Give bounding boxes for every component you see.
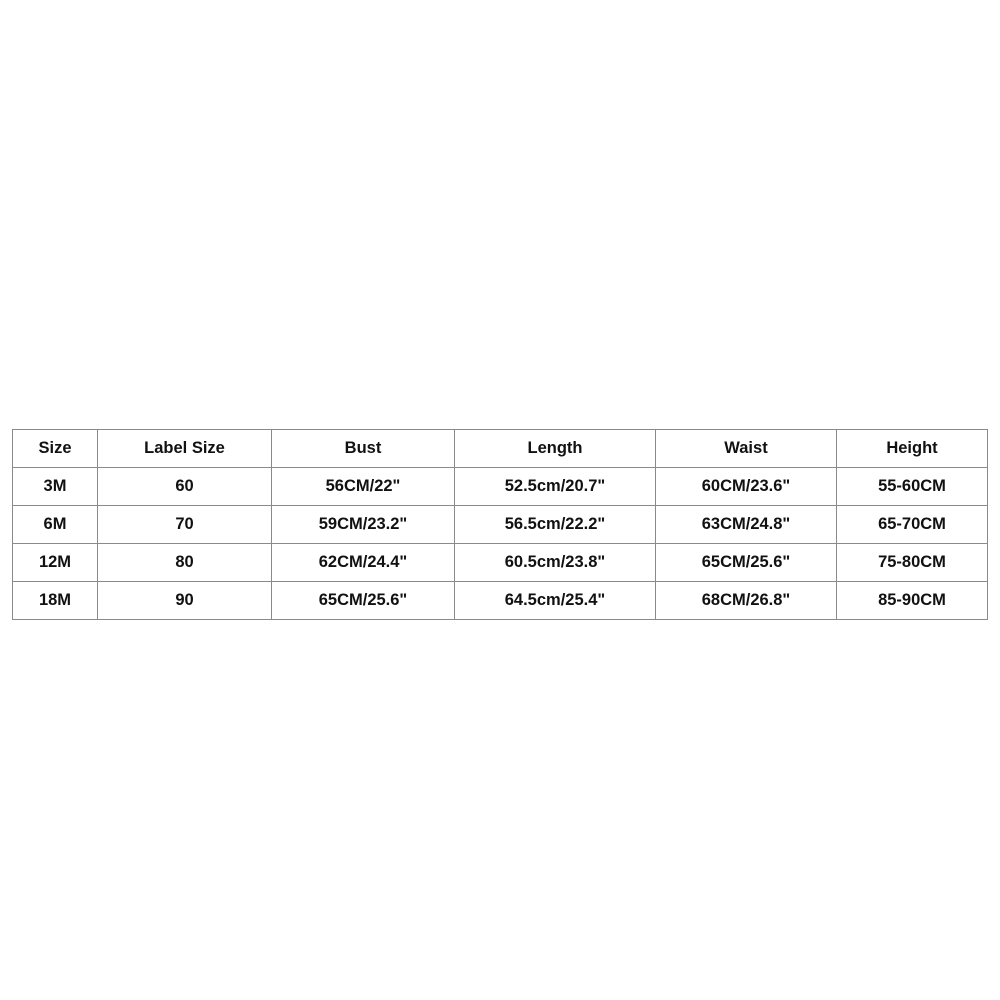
cell-height: 65-70CM (836, 505, 988, 544)
cell-size: 6M (12, 505, 98, 544)
cell-bust: 59CM/23.2" (271, 505, 455, 544)
cell-length: 56.5cm/22.2" (454, 505, 656, 544)
cell-length: 52.5cm/20.7" (454, 467, 656, 506)
cell-size: 18M (12, 581, 98, 620)
cell-waist: 63CM/24.8" (655, 505, 837, 544)
cell-length: 60.5cm/23.8" (454, 543, 656, 582)
table-header-row: Size Label Size Bust Length Waist Height (12, 429, 988, 468)
cell-length: 64.5cm/25.4" (454, 581, 656, 620)
cell-bust: 65CM/25.6" (271, 581, 455, 620)
column-header-waist: Waist (655, 429, 837, 468)
column-header-bust: Bust (271, 429, 455, 468)
column-header-size: Size (12, 429, 98, 468)
cell-waist: 68CM/26.8" (655, 581, 837, 620)
cell-waist: 65CM/25.6" (655, 543, 837, 582)
table-row: 12M 80 62CM/24.4" 60.5cm/23.8" 65CM/25.6… (12, 543, 988, 582)
table-row: 18M 90 65CM/25.6" 64.5cm/25.4" 68CM/26.8… (12, 581, 988, 620)
size-chart-table: Size Label Size Bust Length Waist Height… (12, 429, 988, 620)
cell-label-size: 60 (97, 467, 272, 506)
cell-height: 85-90CM (836, 581, 988, 620)
column-header-height: Height (836, 429, 988, 468)
cell-size: 3M (12, 467, 98, 506)
column-header-length: Length (454, 429, 656, 468)
cell-label-size: 70 (97, 505, 272, 544)
cell-bust: 62CM/24.4" (271, 543, 455, 582)
cell-bust: 56CM/22" (271, 467, 455, 506)
cell-label-size: 80 (97, 543, 272, 582)
cell-height: 75-80CM (836, 543, 988, 582)
column-header-label-size: Label Size (97, 429, 272, 468)
table-row: 3M 60 56CM/22" 52.5cm/20.7" 60CM/23.6" 5… (12, 467, 988, 506)
cell-label-size: 90 (97, 581, 272, 620)
cell-waist: 60CM/23.6" (655, 467, 837, 506)
cell-height: 55-60CM (836, 467, 988, 506)
table-row: 6M 70 59CM/23.2" 56.5cm/22.2" 63CM/24.8"… (12, 505, 988, 544)
cell-size: 12M (12, 543, 98, 582)
